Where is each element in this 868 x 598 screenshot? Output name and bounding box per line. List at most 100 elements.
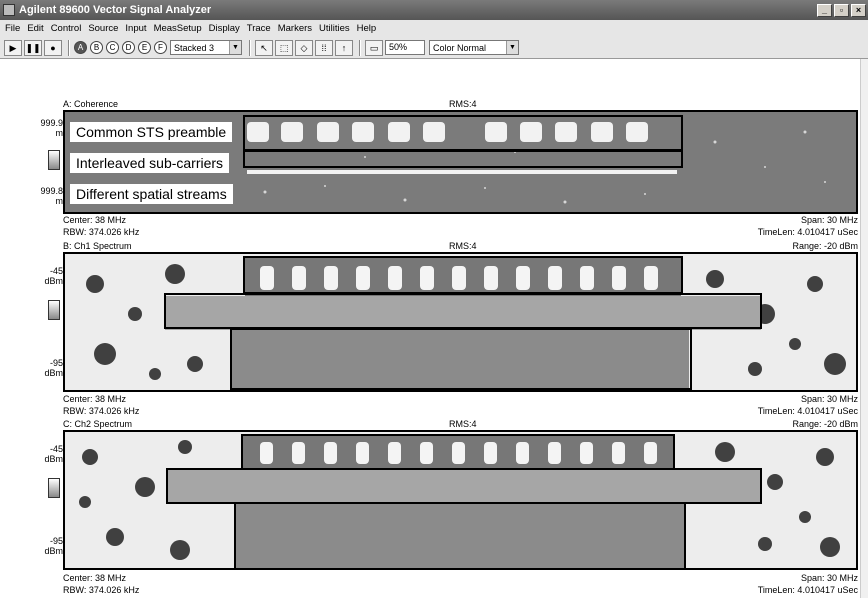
minimize-button[interactable]: _ [817, 3, 832, 17]
ch2-subcarrier-box [166, 468, 762, 504]
rbw: RBW: 374.026 kHz [63, 227, 140, 237]
panel-rms: RMS:4 [449, 241, 477, 251]
toolbar-separator [359, 39, 361, 56]
y-bottom-label: 999.8 m [40, 186, 63, 206]
trace-b-button[interactable]: B [90, 41, 103, 54]
title-bar: Agilent 89600 Vector Signal Analyzer _ ▫… [0, 0, 868, 20]
panel-coherence: A: Coherence RMS:4 999.9 m 999.8 m Cente… [0, 98, 868, 241]
trace-f-button[interactable]: F [154, 41, 167, 54]
menu-input[interactable]: Input [125, 23, 146, 34]
panel-rms: RMS:4 [449, 419, 477, 429]
app-icon [3, 4, 15, 16]
ch1-preamble-box [243, 256, 683, 294]
pause-icon[interactable]: ❚❚ [24, 39, 42, 56]
panel-range: Range: -20 dBm [792, 419, 858, 429]
cursor-line-icon[interactable]: ↑ [335, 39, 353, 56]
maximize-button[interactable]: ▫ [834, 3, 849, 17]
color-value: Color Normal [433, 42, 487, 53]
y-bottom-unit: m [55, 196, 64, 206]
center-freq: Center: 38 MHz [63, 573, 127, 583]
layout-value: Stacked 3 [174, 42, 215, 53]
menu-bar: File Edit Control Source Input MeasSetup… [0, 20, 868, 37]
center-freq: Center: 38 MHz [63, 215, 127, 225]
timelen: TimeLen: 4.010417 uSec [757, 227, 858, 237]
span: Span: 30 MHz [800, 573, 858, 583]
span: Span: 30 MHz [800, 394, 858, 404]
scale-slider[interactable] [48, 478, 60, 498]
menu-markers[interactable]: Markers [278, 23, 312, 34]
y-bottom-label: -95 dBm [44, 358, 63, 378]
y-top-value: -45 [49, 266, 63, 276]
y-bottom-label: -95 dBm [44, 536, 63, 556]
panel-name: A: Coherence [63, 99, 119, 109]
toolbar-separator [249, 39, 251, 56]
trace-d-button[interactable]: D [122, 41, 135, 54]
scale-slider[interactable] [48, 300, 60, 320]
annotation-subcarriers: Interleaved sub-carriers [70, 153, 230, 173]
panel-name: C: Ch2 Spectrum [63, 419, 133, 429]
panel-ch1-spectrum: B: Ch1 Spectrum RMS:4 Range: -20 dBm -45… [0, 240, 868, 416]
y-top-value: 999.9 [40, 118, 63, 128]
marker-diamond-icon[interactable]: ◇ [295, 39, 313, 56]
ch2-preamble-box [241, 434, 675, 470]
panel-rms: RMS:4 [449, 99, 477, 109]
y-top-unit: m [55, 128, 64, 138]
play-icon[interactable]: ▶ [4, 39, 22, 56]
record-icon[interactable]: ● [44, 39, 62, 56]
menu-utilities[interactable]: Utilities [319, 23, 350, 34]
chevron-down-icon: ▼ [506, 41, 518, 54]
y-top-label: 999.9 m [40, 118, 63, 138]
menu-file[interactable]: File [5, 23, 20, 34]
panel-name: B: Ch1 Spectrum [63, 241, 132, 251]
scale-icon[interactable]: ▭ [365, 39, 383, 56]
zoom-box-icon[interactable]: ⬚ [275, 39, 293, 56]
rbw: RBW: 374.026 kHz [63, 585, 140, 595]
y-bottom-unit: dBm [44, 546, 63, 556]
y-top-label: -45 dBm [44, 444, 63, 464]
menu-trace[interactable]: Trace [247, 23, 271, 34]
panel-ch2-spectrum: C: Ch2 Spectrum RMS:4 Range: -20 dBm -45… [0, 418, 868, 598]
ch2-stream-box [234, 502, 686, 570]
annotation-preamble: Common STS preamble [70, 122, 233, 142]
bars-icon[interactable]: ⁞⁞ [315, 39, 333, 56]
center-freq: Center: 38 MHz [63, 394, 127, 404]
menu-display[interactable]: Display [209, 23, 240, 34]
y-bottom-unit: dBm [44, 368, 63, 378]
trace-e-button[interactable]: E [138, 41, 151, 54]
trace-c-button[interactable]: C [106, 41, 119, 54]
panel-header: A: Coherence RMS:4 [63, 98, 858, 110]
span: Span: 30 MHz [800, 215, 858, 225]
pointer-icon[interactable]: ↖ [255, 39, 273, 56]
y-top-unit: dBm [44, 454, 63, 464]
y-bottom-value: -95 [49, 536, 63, 546]
ch1-stream-box [230, 328, 692, 390]
chevron-down-icon: ▼ [229, 41, 241, 54]
timelen: TimeLen: 4.010417 uSec [757, 406, 858, 416]
preamble-highlight-box [243, 115, 683, 151]
y-top-unit: dBm [44, 276, 63, 286]
color-select[interactable]: Color Normal ▼ [429, 40, 519, 55]
scale-slider[interactable] [48, 150, 60, 170]
panel-header: C: Ch2 Spectrum RMS:4 Range: -20 dBm [63, 418, 858, 430]
y-bottom-value: 999.8 [40, 186, 63, 196]
menu-control[interactable]: Control [51, 23, 82, 34]
layout-select[interactable]: Stacked 3 ▼ [170, 40, 242, 55]
rbw: RBW: 374.026 kHz [63, 406, 140, 416]
ch1-subcarrier-box [164, 293, 762, 329]
menu-source[interactable]: Source [88, 23, 118, 34]
annotation-streams: Different spatial streams [70, 184, 233, 204]
zoom-percent-field[interactable]: 50% [385, 40, 425, 55]
y-top-value: -45 [49, 444, 63, 454]
y-bottom-value: -95 [49, 358, 63, 368]
panel-range: Range: -20 dBm [792, 241, 858, 251]
menu-meassetup[interactable]: MeasSetup [154, 23, 202, 34]
menu-help[interactable]: Help [357, 23, 377, 34]
subcarrier-highlight-box [243, 150, 683, 168]
trace-a-button[interactable]: A [74, 41, 87, 54]
y-top-label: -45 dBm [44, 266, 63, 286]
panel-header: B: Ch1 Spectrum RMS:4 Range: -20 dBm [63, 240, 858, 252]
vertical-scrollbar[interactable] [860, 59, 868, 598]
menu-edit[interactable]: Edit [27, 23, 43, 34]
window-title: Agilent 89600 Vector Signal Analyzer [19, 4, 212, 16]
close-button[interactable]: × [851, 3, 866, 17]
